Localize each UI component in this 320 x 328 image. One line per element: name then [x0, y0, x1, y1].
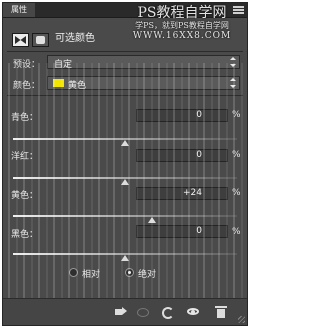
cyan-slider-thumb[interactable]	[121, 140, 129, 146]
magenta-unit: %	[232, 150, 241, 160]
relative-radio[interactable]	[69, 268, 78, 277]
properties-panel: 属性 PS教程自学网 学PS，就到PS教程自学网 WWW.16XX8.COM 可…	[2, 2, 248, 326]
cyan-label: 青色：	[11, 113, 39, 123]
resize-grip-icon[interactable]	[238, 316, 245, 323]
chevron-updown-icon	[230, 57, 236, 67]
absolute-label: 绝对	[138, 270, 157, 280]
magenta-value-field[interactable]: 0	[136, 149, 228, 162]
cyan-unit: %	[232, 110, 241, 120]
black-slider-thumb[interactable]	[121, 255, 129, 261]
adjustment-title: 可选颜色	[55, 33, 95, 44]
colors-value: 黄色	[68, 81, 87, 91]
chevron-updown-icon	[230, 78, 236, 88]
panel-footer	[3, 298, 247, 325]
black-label: 黑色：	[11, 230, 39, 240]
watermark-slogan: 学PS，就到PS教程自学网	[135, 21, 229, 30]
relative-label: 相对	[82, 270, 101, 280]
absolute-radio[interactable]	[125, 268, 134, 277]
yellow-label: 黄色：	[11, 191, 39, 201]
black-unit: %	[232, 227, 241, 237]
delete-icon[interactable]	[215, 306, 227, 318]
magenta-label: 洋红：	[11, 152, 39, 162]
adjustment-layer-icon	[12, 33, 29, 47]
yellow-slider-thumb[interactable]	[147, 217, 156, 223]
layer-mask-icon[interactable]	[32, 33, 49, 47]
colors-label: 颜色：	[13, 81, 41, 91]
reset-icon[interactable]	[161, 306, 174, 319]
preset-value: 自定	[54, 60, 73, 70]
visibility-eye-icon[interactable]	[187, 306, 199, 318]
clip-to-layer-icon[interactable]	[115, 306, 127, 318]
colors-dropdown[interactable]: 黄色	[47, 76, 240, 91]
divider	[7, 95, 243, 96]
preset-dropdown[interactable]: 自定	[47, 55, 240, 70]
cyan-value-field[interactable]: 0	[136, 109, 228, 122]
black-value-field[interactable]: 0	[136, 225, 228, 238]
view-previous-icon[interactable]	[137, 306, 149, 318]
watermark: PS教程自学网 学PS，就到PS教程自学网 WWW.16XX8.COM	[113, 5, 247, 42]
yellow-unit: %	[232, 188, 241, 198]
watermark-title: PS教程自学网	[137, 5, 227, 21]
watermark-url: WWW.16XX8.COM	[132, 31, 232, 41]
magenta-slider-thumb[interactable]	[121, 179, 129, 185]
yellow-swatch	[53, 79, 64, 87]
tab-properties[interactable]: 属性	[3, 3, 35, 17]
method-radio-group: 相对 绝对	[69, 267, 189, 280]
yellow-slider-track[interactable]	[13, 215, 237, 217]
yellow-value-field[interactable]: +24	[136, 187, 228, 200]
divider	[7, 51, 243, 52]
preset-label: 预设：	[13, 60, 41, 70]
